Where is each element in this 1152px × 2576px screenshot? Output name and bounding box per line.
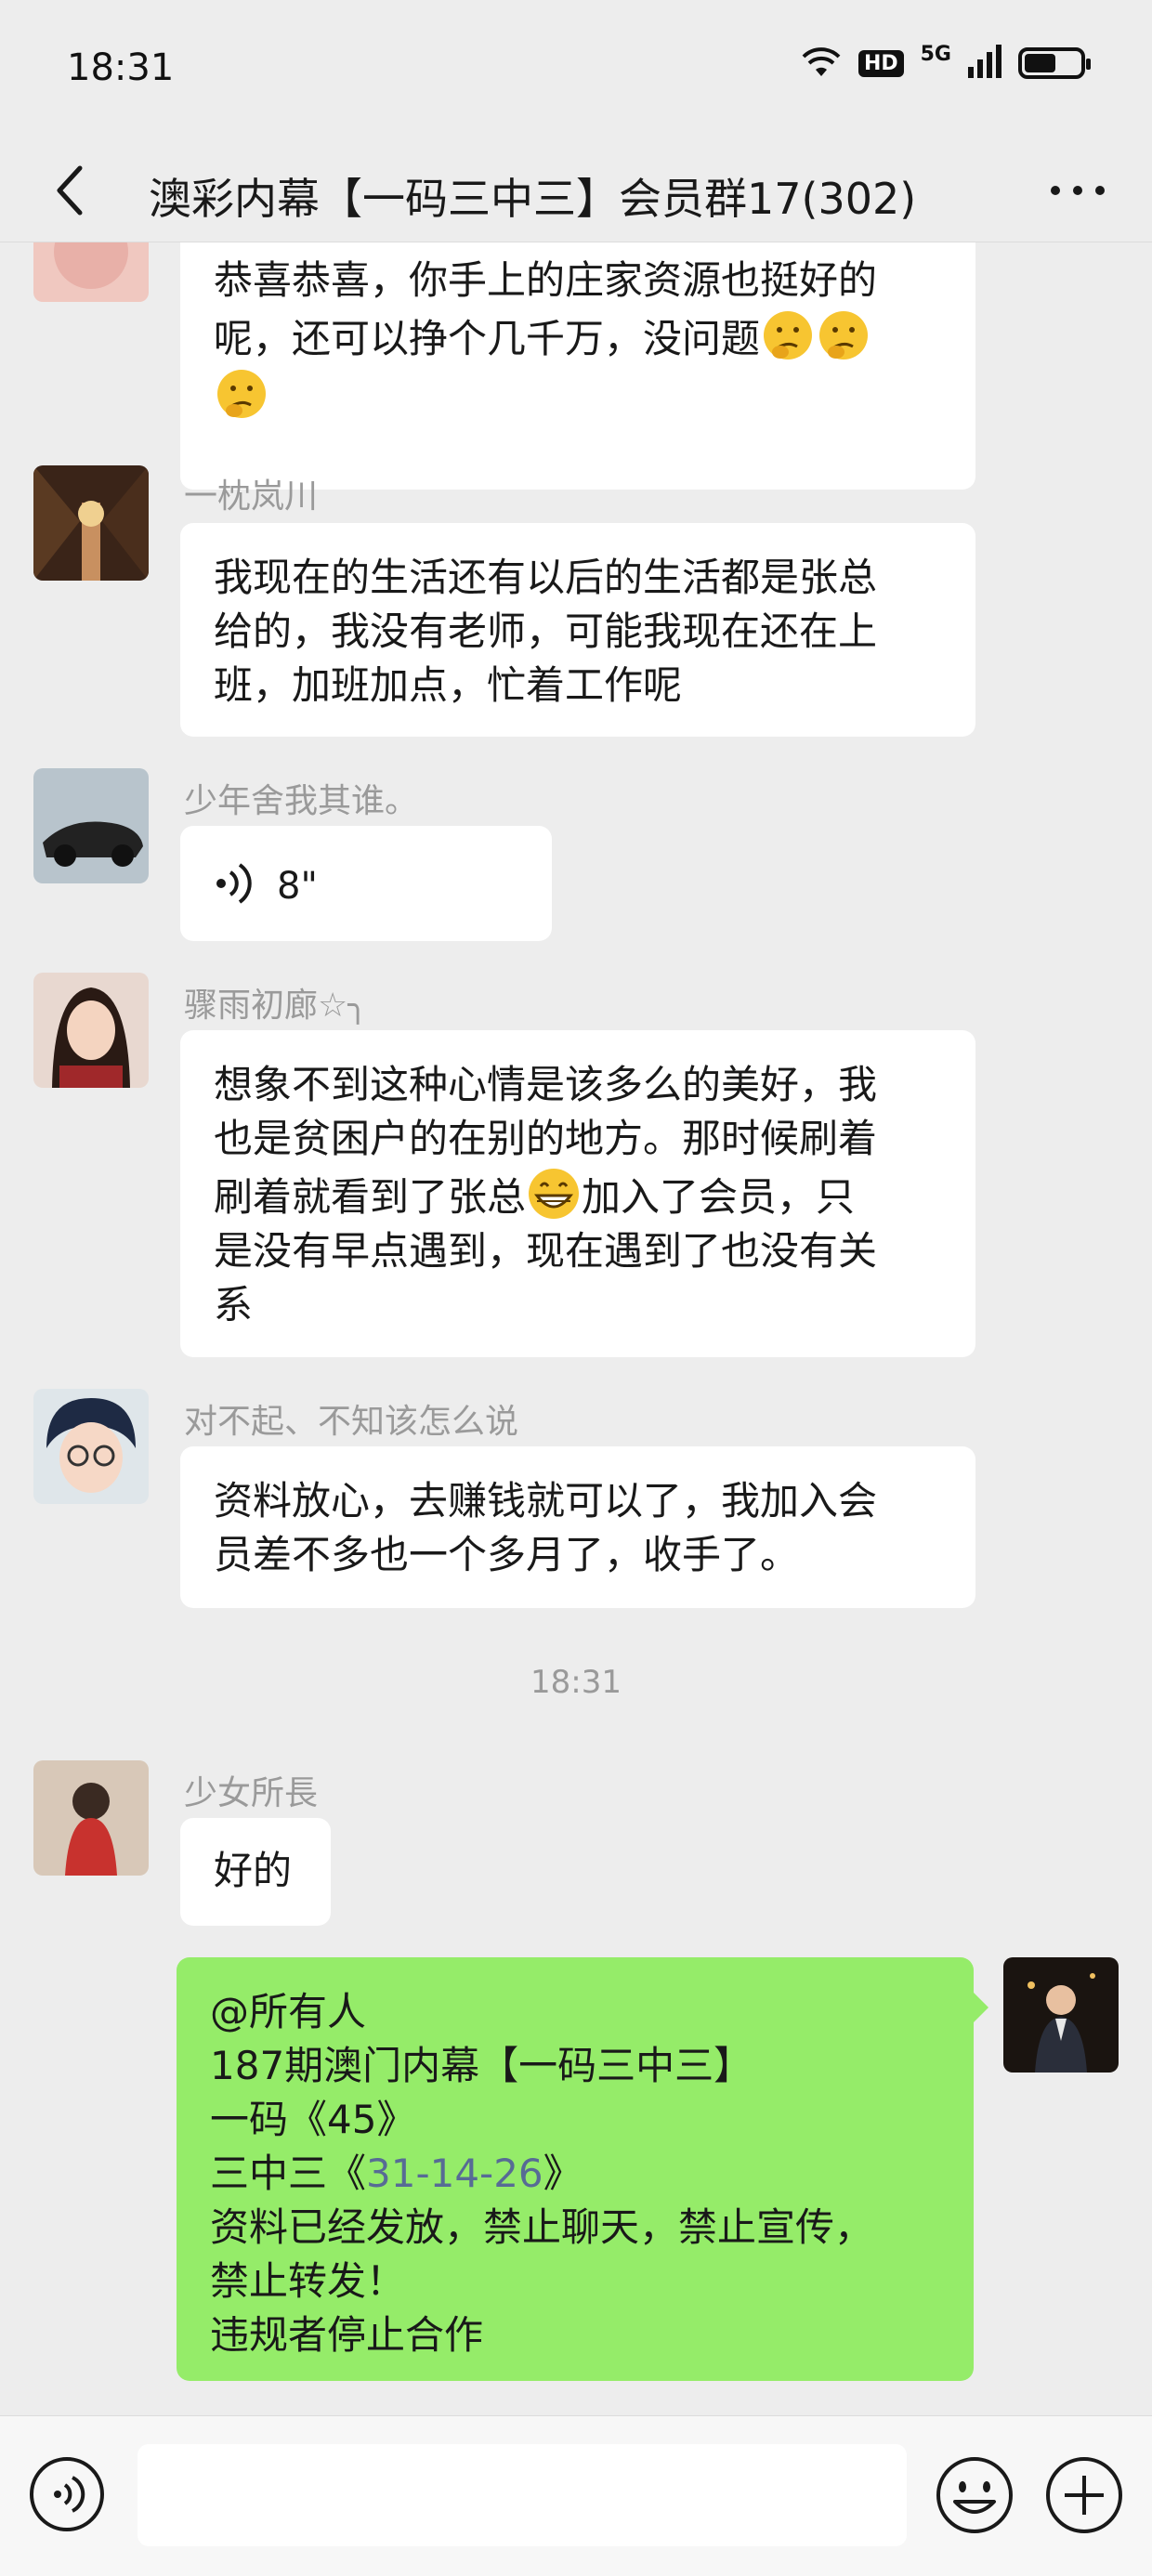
number-link[interactable]: 31-14-26 [366, 2151, 543, 2196]
message-line: 资料放心，去赚钱就可以了，我加入会 [214, 1478, 878, 1523]
message-input[interactable] [137, 2444, 907, 2546]
message-line: 是没有早点遇到，现在遇到了也没有关 [214, 1228, 878, 1274]
back-icon[interactable] [37, 158, 102, 223]
message-line: 恭喜恭喜，你手上的庄家资源也挺好的 [214, 257, 878, 303]
avatar[interactable] [33, 768, 149, 883]
signal-icon [968, 45, 1001, 82]
message-line: 187期澳门内幕【一码三中三】 [210, 2043, 753, 2088]
avatar[interactable] [33, 1389, 149, 1504]
add-button[interactable] [1044, 2455, 1124, 2535]
status-bar: 18:31 HD 5G [0, 0, 1152, 139]
message-line: 三中三《31-14-26》 [210, 2151, 583, 2196]
message-line: 想象不到这种心情是该多么的美好，我 [214, 1062, 878, 1107]
message-line: 禁止转发！ [210, 2258, 406, 2304]
sender-name: 一枕岚川 [184, 477, 319, 516]
sender-name: 对不起、不知该怎么说 [184, 1403, 519, 1441]
voice-duration: 8" [277, 865, 318, 908]
network-label: 5G [920, 42, 951, 66]
avatar[interactable] [33, 242, 149, 302]
avatar[interactable] [33, 1760, 149, 1876]
grinning-emoji-icon [529, 1169, 580, 1219]
message-line: 好的 [214, 1848, 293, 1893]
message-line: 呢，还可以挣个几千万，没问题 [214, 307, 942, 366]
more-icon[interactable] [1041, 158, 1115, 223]
message-bubble[interactable]: 好的 [180, 1818, 331, 1926]
voice-message-bubble[interactable]: 8" [180, 826, 552, 941]
chat-title: 澳彩内幕【一码三中三】会员群17(302) [149, 174, 917, 224]
thinking-emoji-icon [764, 311, 813, 360]
time-divider: 18:31 [530, 1664, 622, 1701]
avatar[interactable] [33, 465, 149, 581]
sender-name: 少女所長 [184, 1774, 319, 1812]
message-bubble[interactable]: 我现在的生活还有以后的生活都是张总 给的，我没有老师，可能我现在还在上 班，加班… [180, 523, 975, 737]
sender-name: 骤雨初廊☆╮ [184, 987, 368, 1025]
message-line [214, 366, 942, 425]
message-line: 班，加班加点，忙着工作呢 [214, 662, 683, 708]
input-bar [0, 2415, 1152, 2576]
message-line: 系 [214, 1282, 254, 1327]
message-line: 违规者停止合作 [210, 2312, 484, 2358]
status-icons: HD 5G [801, 42, 1091, 82]
voice-wave-icon [216, 863, 252, 904]
message-line: 一码《45》 [210, 2097, 416, 2142]
self-avatar[interactable] [1003, 1957, 1119, 2073]
message-line: 资料已经发放，禁止聊天，禁止宣传， [210, 2204, 874, 2250]
message-line: 也是贫困户的在别的地方。那时候刷着 [214, 1116, 878, 1161]
message-bubble[interactable]: 资料放心，去赚钱就可以了，我加入会 员差不多也一个多月了，收手了。 [180, 1446, 975, 1608]
message-line: 给的，我没有老师，可能我现在还在上 [214, 608, 878, 654]
message-bubble[interactable]: 恭喜恭喜，你手上的庄家资源也挺好的 呢，还可以挣个几千万，没问题 [180, 242, 975, 490]
emoji-button[interactable] [935, 2455, 1015, 2535]
message-line: 员差不多也一个多月了，收手了。 [214, 1532, 800, 1577]
thinking-emoji-icon [217, 370, 266, 418]
message-line: 我现在的生活还有以后的生活都是张总 [214, 555, 878, 600]
voice-input-button[interactable] [28, 2455, 106, 2533]
avatar[interactable] [33, 973, 149, 1088]
chat-area[interactable]: 恭喜恭喜，你手上的庄家资源也挺好的 呢，还可以挣个几千万，没问题 一枕岚川 我现… [0, 242, 1152, 2416]
sender-name: 少年舍我其谁。 [184, 782, 419, 820]
hd-badge: HD [857, 49, 904, 77]
nav-bar: 澳彩内幕【一码三中三】会员群17(302) [0, 139, 1152, 242]
message-bubble[interactable]: 想象不到这种心情是该多么的美好，我 也是贫困户的在别的地方。那时候刷着 刷着就看… [180, 1030, 975, 1357]
message-line: @所有人 [210, 1989, 367, 2034]
status-time: 18:31 [67, 46, 175, 89]
message-line: 刷着就看到了张总 加入了会员，只 [214, 1166, 942, 1224]
self-message-bubble[interactable]: @所有人 187期澳门内幕【一码三中三】 一码《45》 三中三《31-14-26… [177, 1957, 988, 2381]
wifi-icon [801, 45, 842, 82]
thinking-emoji-icon [819, 311, 869, 360]
battery-icon [1018, 47, 1091, 79]
